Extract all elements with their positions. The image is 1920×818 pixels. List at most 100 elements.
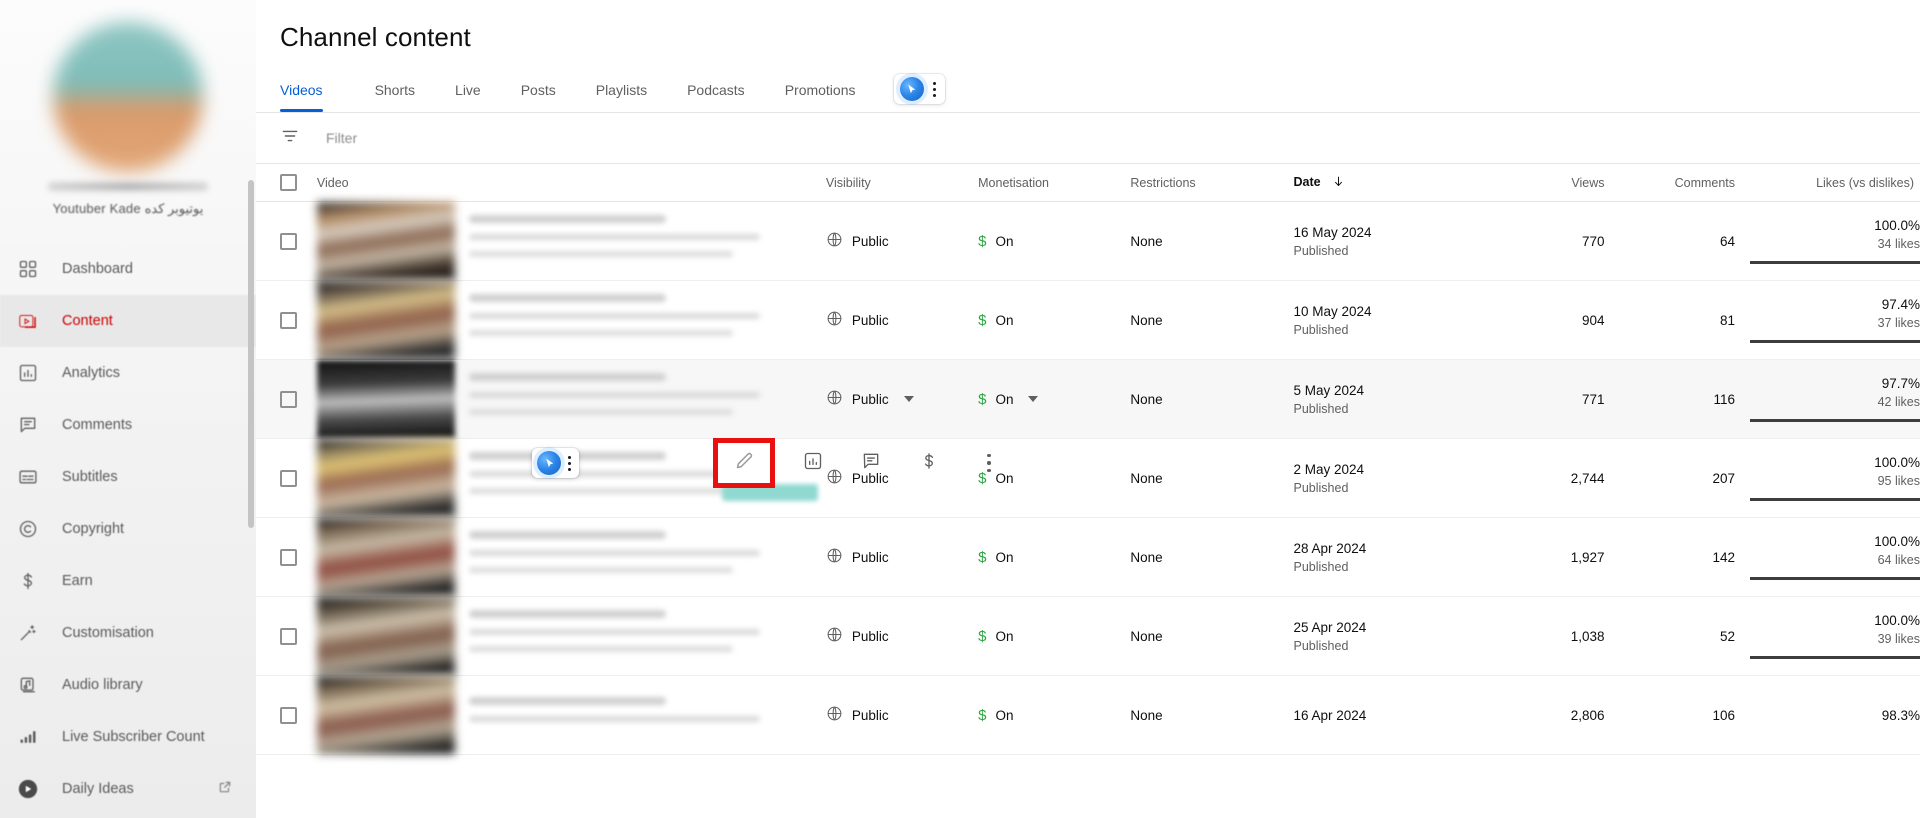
video-thumbnail[interactable] xyxy=(317,360,455,438)
sidebar-item-analytics[interactable]: Analytics xyxy=(0,347,256,399)
header-likes[interactable]: Likes (vs dislikes) xyxy=(1735,164,1920,202)
filter-input[interactable]: Filter xyxy=(326,130,357,146)
header-views[interactable]: Views xyxy=(1485,164,1605,202)
channel-avatar[interactable] xyxy=(53,22,203,172)
monetisation-cell[interactable]: $ On xyxy=(978,202,1130,281)
restrictions-cell: None xyxy=(1130,439,1293,518)
monetisation-cell[interactable]: $ On xyxy=(978,281,1130,360)
header-date-label: Date xyxy=(1294,175,1321,189)
video-cell[interactable] xyxy=(317,202,826,281)
kebab-menu-icon xyxy=(984,454,993,472)
sidebar-item-daily-ideas[interactable]: Daily Ideas xyxy=(0,763,256,815)
monetisation-cell[interactable]: $ On xyxy=(978,518,1130,597)
analytics-icon xyxy=(803,451,823,476)
video-title-blur xyxy=(469,373,666,381)
video-thumbnail[interactable] xyxy=(317,281,455,359)
likes-bar xyxy=(1750,419,1920,422)
header-video[interactable]: Video xyxy=(317,164,826,202)
video-description-blur xyxy=(469,488,733,494)
monetisation-cell[interactable]: $ On xyxy=(978,360,1130,439)
row-checkbox-cell xyxy=(256,281,317,360)
visibility-cell[interactable]: Public xyxy=(826,518,978,597)
visibility-cell[interactable]: Public xyxy=(826,676,978,755)
row-checkbox[interactable] xyxy=(280,628,297,645)
video-thumbnail[interactable] xyxy=(317,439,455,517)
publish-status: Published xyxy=(1294,560,1485,574)
visibility-cell[interactable]: Public xyxy=(826,281,978,360)
video-thumbnail[interactable] xyxy=(317,597,455,675)
table-row[interactable]: Public $ On None 5 May 2024 xyxy=(256,360,1920,439)
sidebar-item-copyright[interactable]: Copyright xyxy=(0,503,256,555)
visibility-cell[interactable]: Public xyxy=(826,360,978,439)
kebab-menu-icon[interactable] xyxy=(930,82,939,97)
chevron-down-icon[interactable] xyxy=(1028,396,1038,402)
tab-promotions[interactable]: Promotions xyxy=(765,82,876,112)
header-visibility[interactable]: Visibility xyxy=(826,164,978,202)
header-restrictions[interactable]: Restrictions xyxy=(1130,164,1293,202)
tab-live[interactable]: Live xyxy=(435,82,501,112)
row-checkbox[interactable] xyxy=(280,707,297,724)
header-date[interactable]: Date xyxy=(1294,164,1485,202)
edit-details-button[interactable] xyxy=(713,438,775,488)
video-description-blur xyxy=(469,629,761,635)
sidebar-item-live-subscriber-count[interactable]: Live Subscriber Count xyxy=(0,711,256,763)
row-checkbox[interactable] xyxy=(280,470,297,487)
sidebar-item-content[interactable]: Content xyxy=(0,295,256,347)
sidebar-item-comments[interactable]: Comments xyxy=(0,399,256,451)
visibility-cell[interactable]: Public xyxy=(826,202,978,281)
row-checkbox[interactable] xyxy=(280,312,297,329)
sidebar-item-dashboard[interactable]: Dashboard xyxy=(0,243,256,295)
video-cell[interactable] xyxy=(317,597,826,676)
row-checkbox[interactable] xyxy=(280,233,297,250)
youtube-studio-window: Youtuber Kade یوتیوبر کده Dashboard xyxy=(0,0,1920,818)
row-checkbox-cell xyxy=(256,360,317,439)
globe-icon xyxy=(826,547,843,567)
video-cell[interactable] xyxy=(317,360,826,439)
sidebar-item-subtitles[interactable]: Subtitles xyxy=(0,451,256,503)
subtitles-icon xyxy=(16,465,40,489)
row-checkbox[interactable] xyxy=(280,549,297,566)
table-row[interactable]: Public $ On None 2 May 2024 Published xyxy=(256,439,1920,518)
sidebar-item-customisation[interactable]: Customisation xyxy=(0,607,256,659)
analytics-button[interactable] xyxy=(791,441,835,485)
monetisation-button[interactable] xyxy=(907,441,951,485)
video-thumbnail[interactable] xyxy=(317,518,455,596)
chevron-down-icon[interactable] xyxy=(904,396,914,402)
visibility-cell[interactable]: Public xyxy=(826,597,978,676)
table-header: Video Visibility Monetisation Restrictio… xyxy=(256,164,1920,202)
table-row[interactable]: Public $ On None 10 May 2024 Published xyxy=(256,281,1920,360)
video-cell[interactable] xyxy=(317,676,826,755)
tab-playlists[interactable]: Playlists xyxy=(576,82,667,112)
table-row[interactable]: Public $ On None 25 Apr 2024 Published xyxy=(256,597,1920,676)
publish-date: 16 Apr 2024 xyxy=(1294,708,1485,723)
row-checkbox[interactable] xyxy=(280,391,297,408)
tab-label: Promotions xyxy=(785,82,856,98)
tab-shorts[interactable]: Shorts xyxy=(355,82,435,112)
sidebar-item-earn[interactable]: Earn xyxy=(0,555,256,607)
video-thumbnail[interactable] xyxy=(317,202,455,280)
sidebar-nav: Dashboard Content xyxy=(0,243,256,815)
tab-podcasts[interactable]: Podcasts xyxy=(667,82,765,112)
video-thumbnail[interactable] xyxy=(317,676,455,754)
monetisation-cell[interactable]: $ On xyxy=(978,676,1130,755)
select-all-checkbox[interactable] xyxy=(280,174,297,191)
sidebar-item-audio-library[interactable]: Audio library xyxy=(0,659,256,711)
kebab-menu-icon[interactable] xyxy=(565,456,574,471)
sidebar-scrollbar[interactable] xyxy=(248,180,254,528)
monetisation-cell[interactable]: $ On xyxy=(978,597,1130,676)
sidebar-item-label: Analytics xyxy=(62,365,120,381)
table-row[interactable]: Public $ On None 28 Apr 2024 Published xyxy=(256,518,1920,597)
video-cell[interactable] xyxy=(317,281,826,360)
filter-icon[interactable] xyxy=(280,126,300,151)
main-content: Channel content Videos Shorts Live Posts… xyxy=(256,0,1920,818)
header-monetisation[interactable]: Monetisation xyxy=(978,164,1130,202)
comments-button[interactable] xyxy=(849,441,893,485)
views-cell: 2,744 xyxy=(1485,439,1605,518)
video-cell[interactable] xyxy=(317,518,826,597)
tab-videos[interactable]: Videos xyxy=(280,82,343,112)
header-comments[interactable]: Comments xyxy=(1605,164,1736,202)
tab-posts[interactable]: Posts xyxy=(501,82,576,112)
table-row[interactable]: Public $ On None 16 Apr 2024 2,806 1 xyxy=(256,676,1920,755)
row-options-button[interactable] xyxy=(967,441,1011,485)
table-row[interactable]: Public $ On None 16 May 2024 Published xyxy=(256,202,1920,281)
